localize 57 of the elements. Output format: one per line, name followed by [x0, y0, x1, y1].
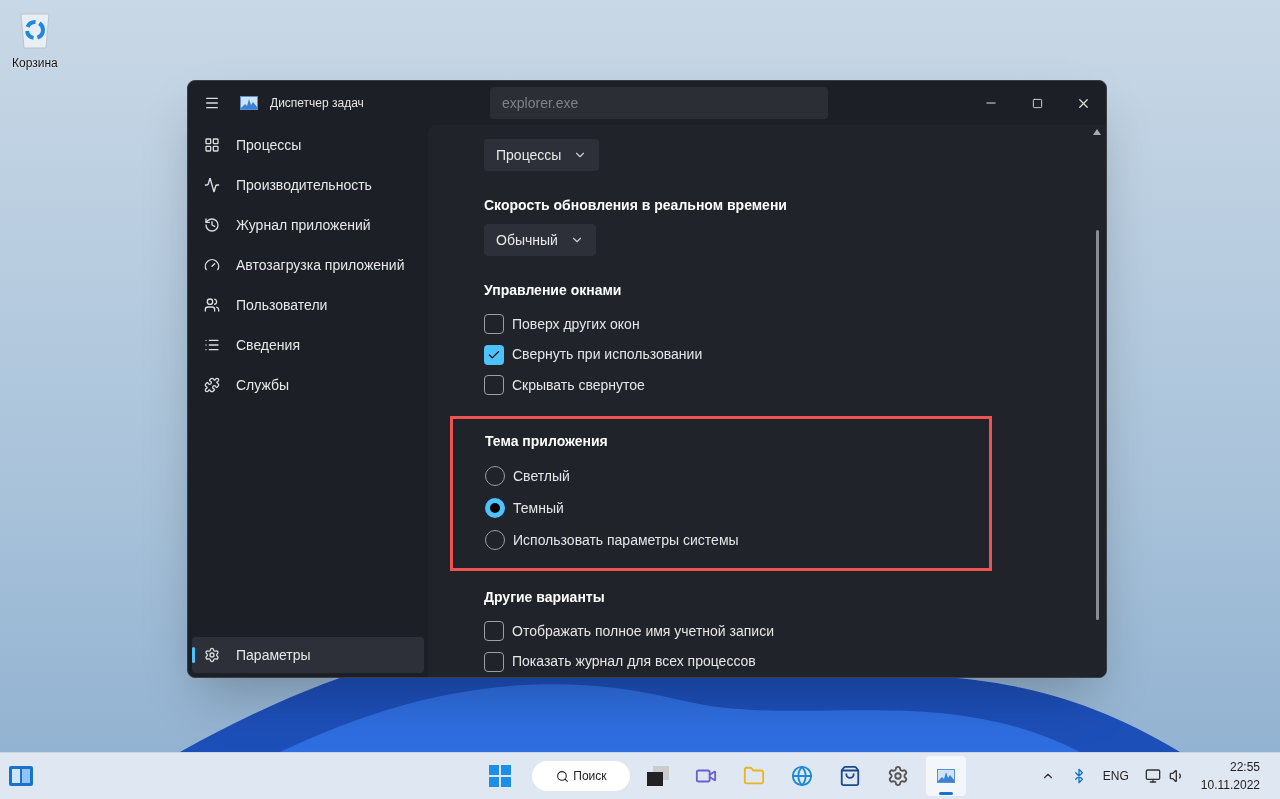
clock-date[interactable]: 10.11.2022: [1200, 776, 1260, 794]
checkbox[interactable]: [484, 651, 504, 672]
checkbox-label: Показать журнал для всех процессов: [512, 652, 756, 672]
history-icon: [204, 217, 220, 233]
sidebar-item[interactable]: Процессы: [192, 125, 424, 165]
language-indicator[interactable]: ENG: [1102, 767, 1129, 785]
section-heading: Тема приложения: [485, 432, 609, 452]
dropdown[interactable]: Обычный: [484, 224, 596, 256]
search-field[interactable]: explorer.exe: [490, 87, 828, 119]
section-heading: Управление окнами: [484, 281, 623, 300]
gauge-icon: [204, 257, 220, 273]
list-icon: [204, 337, 220, 353]
section-heading: Другие варианты: [484, 588, 606, 608]
globe-icon: [791, 765, 814, 787]
users-icon: [204, 297, 220, 313]
search-icon: [556, 769, 570, 783]
settings-icon: [887, 765, 910, 787]
chart-icon: [240, 96, 258, 110]
settings-icon: [204, 647, 220, 663]
radio-button[interactable]: [485, 498, 505, 519]
sidebar-item[interactable]: Службы: [192, 365, 424, 405]
section-heading: Скорость обновления в реальном времени: [484, 196, 788, 215]
puzzle-icon: [204, 377, 220, 393]
pulse-icon: [204, 177, 220, 193]
network-icon[interactable]: [1144, 768, 1161, 784]
radio-label: Светлый: [513, 466, 570, 486]
checkbox[interactable]: [484, 621, 504, 642]
sidebar-item[interactable]: Производительность: [192, 165, 424, 205]
sidebar-item[interactable]: Автозагрузка приложений: [192, 245, 424, 285]
radio-label: Темный: [513, 498, 564, 518]
radio-label: Использовать параметры системы: [513, 530, 739, 550]
sidebar-item[interactable]: Пользователи: [192, 285, 424, 325]
folder-icon: [743, 765, 766, 787]
sidebar-item[interactable]: Журнал приложений: [192, 205, 424, 245]
widgets-icon[interactable]: [8, 765, 34, 787]
checkbox-label: Отображать полное имя учетной записи: [512, 621, 774, 641]
checkbox[interactable]: [484, 344, 504, 365]
window-title: Диспетчер задач: [270, 95, 364, 112]
scroll-up-arrow-icon[interactable]: [1093, 129, 1101, 135]
dropdown[interactable]: Процессы: [484, 139, 600, 171]
taskbar-search[interactable]: Поиск: [532, 761, 631, 791]
checkbox[interactable]: [484, 314, 504, 335]
grid-icon: [204, 137, 220, 153]
menu-icon[interactable]: [204, 95, 220, 111]
maximize-icon: [1031, 97, 1043, 109]
checkbox-label: Свернуть при использовании: [512, 345, 703, 365]
checkbox-label: Скрывать свернутое: [512, 375, 645, 395]
settings-nav-item[interactable]: Параметры: [192, 637, 424, 673]
task-view-icon: [646, 765, 671, 787]
sidebar-item[interactable]: Сведения: [192, 325, 424, 365]
desktop-icon-label[interactable]: Корзина: [12, 54, 58, 72]
clock-time[interactable]: 22:55: [1229, 758, 1260, 776]
shopping-bag-icon: [839, 765, 862, 787]
checkbox[interactable]: [484, 375, 504, 395]
chart-icon: [937, 769, 956, 783]
start-icon[interactable]: [488, 764, 513, 788]
checkbox-label: Поверх других окон: [512, 314, 640, 334]
